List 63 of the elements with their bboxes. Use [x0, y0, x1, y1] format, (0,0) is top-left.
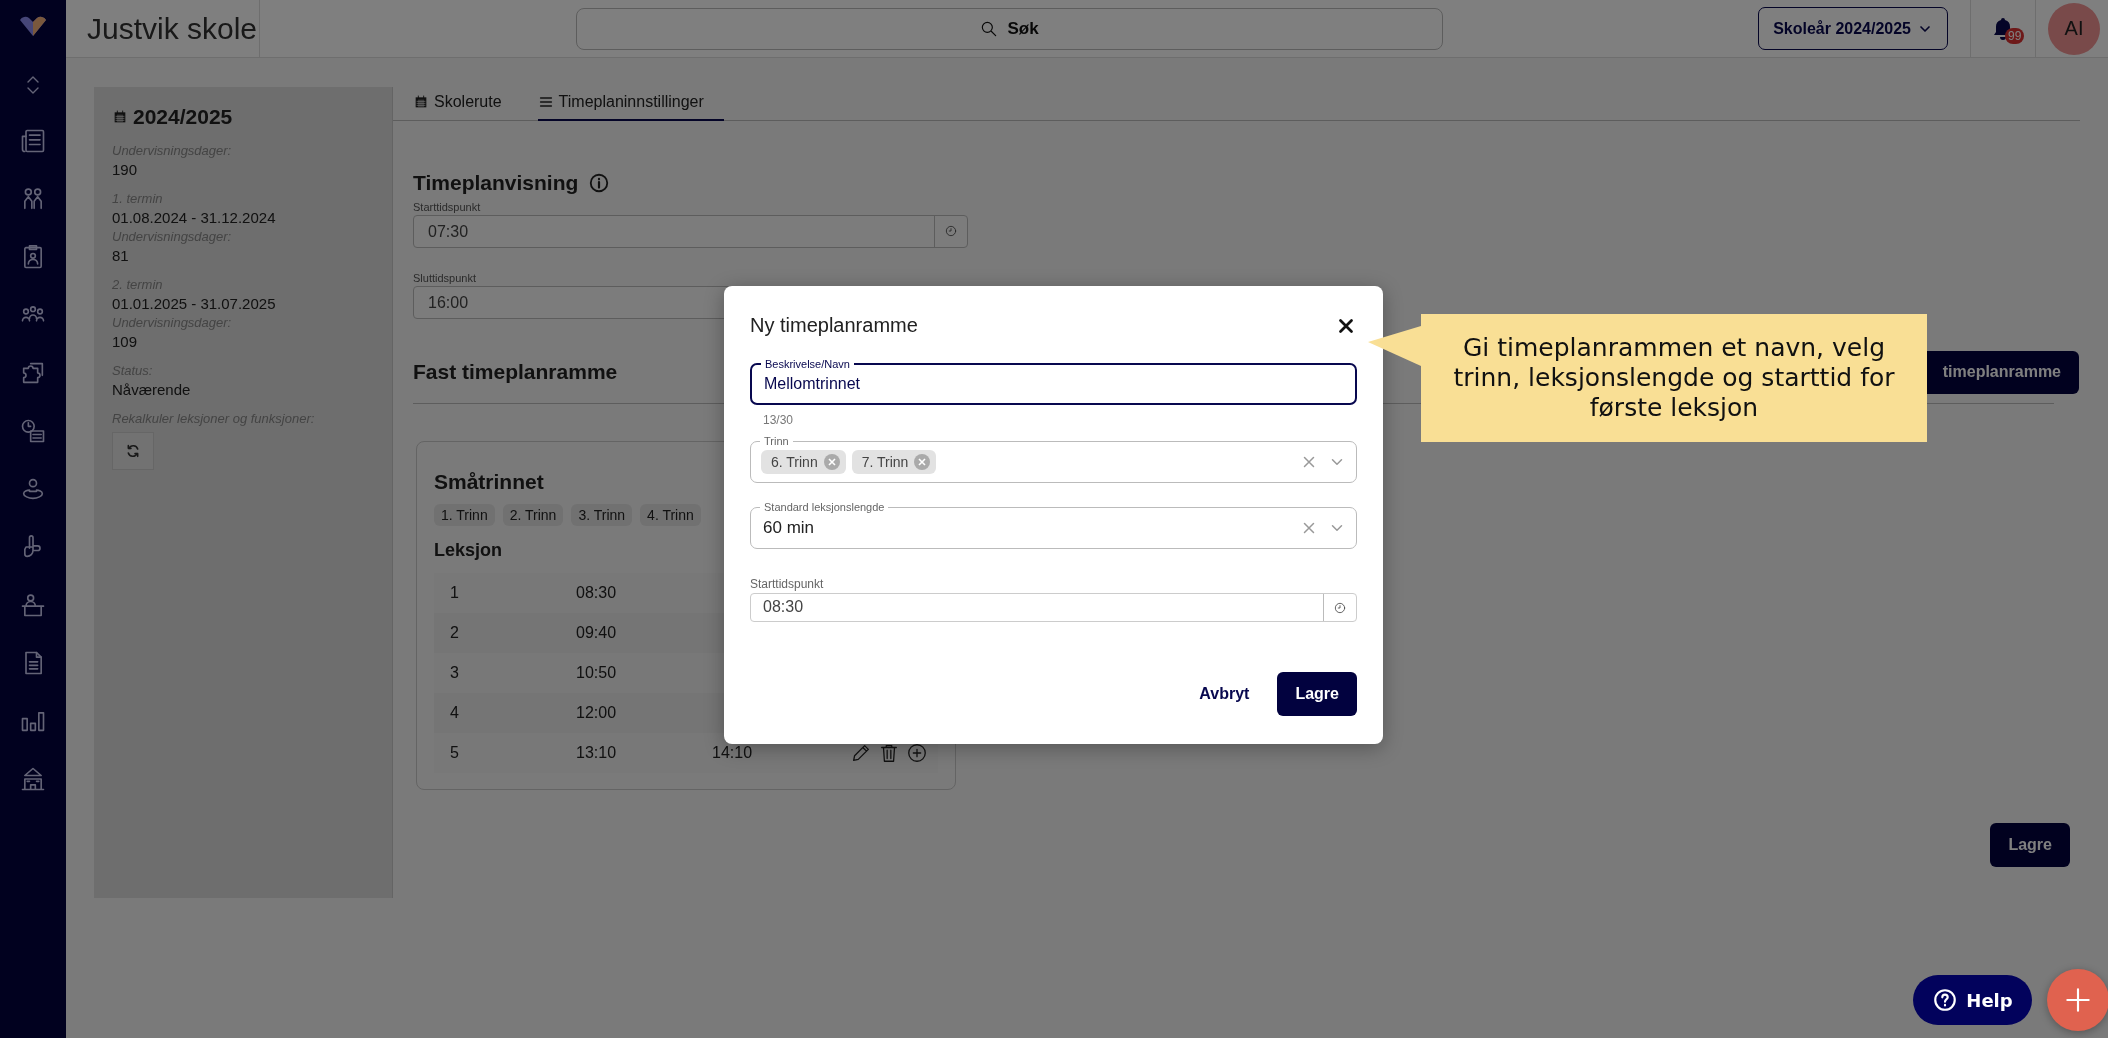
help-icon	[1932, 987, 1959, 1013]
field-value: Nåværende	[112, 381, 192, 398]
help-button[interactable]: Help	[1913, 975, 2032, 1025]
character-counter: 13/30	[763, 413, 795, 427]
add-button[interactable]	[2047, 969, 2108, 1031]
search-bar[interactable]: Søk	[575, 7, 1443, 50]
field-value: 81	[112, 247, 130, 264]
grade-chip[interactable]: 6. Trinn	[761, 450, 846, 474]
table-cell-text: 14:10	[712, 743, 754, 762]
table-cell-text: 3	[450, 663, 460, 682]
panel-title: 2024/2025	[133, 105, 233, 129]
card-title: Småtrinnet	[434, 469, 545, 494]
clock-icon	[944, 224, 958, 238]
table-cell-text: 4	[450, 703, 460, 722]
grade-tag: 2. Trinn	[502, 503, 564, 526]
notification-count: 99	[2005, 28, 2025, 44]
clock-icon	[1333, 600, 1347, 615]
remove-icon[interactable]	[823, 454, 840, 470]
callout-pointer	[1368, 326, 1421, 366]
newspaper-icon	[19, 127, 47, 155]
time-input[interactable]: 07:30	[413, 214, 968, 248]
table-cell-text: 2	[450, 623, 460, 642]
lessons-heading: Leksjon	[434, 539, 504, 561]
tooltip-callout: Gi timeplanrammen et navn, velg trinn, leksjonslengde og starttid for første leksjon	[1421, 314, 1927, 442]
table-cell-text: 10:50	[576, 663, 618, 682]
cancel-button[interactable]: Avbryt	[1191, 675, 1258, 713]
tab[interactable]: Skolerute	[413, 87, 518, 121]
grade-chip[interactable]: 7. Trinn	[851, 450, 937, 474]
section-title: Timeplanvisning	[413, 170, 579, 195]
section-title: Fast timeplanramme	[413, 360, 618, 384]
calendar-clock-icon	[19, 417, 47, 445]
tab[interactable]: Timeplaninnstillinger	[537, 87, 724, 121]
table-cell-text: 09:40	[576, 623, 618, 642]
grade-tag: 1. Trinn	[434, 503, 495, 526]
add-circle-icon	[906, 741, 928, 764]
save-button[interactable]: Lagre	[1277, 672, 1357, 716]
table-cell-text: 08:30	[576, 583, 618, 602]
info-icon	[588, 171, 611, 194]
save-button[interactable]: Lagre	[1990, 822, 2070, 867]
school-name: Justvik skole	[66, 0, 260, 57]
school-icon	[19, 765, 47, 793]
grade-tag: 4. Trinn	[640, 503, 701, 526]
field-value: 109	[112, 333, 139, 350]
field-label: Sluttidspunkt	[413, 271, 477, 284]
remove-icon[interactable]	[914, 454, 931, 470]
table-cell-text: 5	[450, 743, 460, 762]
table-cell-text: 1	[450, 583, 460, 602]
list-icon	[537, 94, 554, 110]
field-label: Starttidspunkt	[750, 577, 825, 591]
refresh-icon	[125, 443, 141, 459]
desk-person-icon	[19, 591, 47, 619]
calendar-icon	[413, 94, 429, 110]
time-input[interactable]: 08:30	[750, 593, 1357, 622]
field-value: 190	[112, 161, 139, 178]
table-cell-text: 13:10	[576, 743, 618, 762]
field-label: Starttidspunkt	[413, 200, 482, 213]
field-value: 01.08.2024 - 31.12.2024	[112, 209, 277, 226]
recalculate-button[interactable]	[112, 432, 154, 470]
calendar-icon	[112, 109, 128, 125]
field-value: 01.01.2025 - 31.07.2025	[112, 295, 277, 312]
grade-tag: 3. Trinn	[571, 503, 633, 526]
table-cell-text: 12:00	[576, 703, 618, 722]
school-year-dropdown[interactable]: Skoleår 2024/2025	[1758, 7, 1948, 50]
